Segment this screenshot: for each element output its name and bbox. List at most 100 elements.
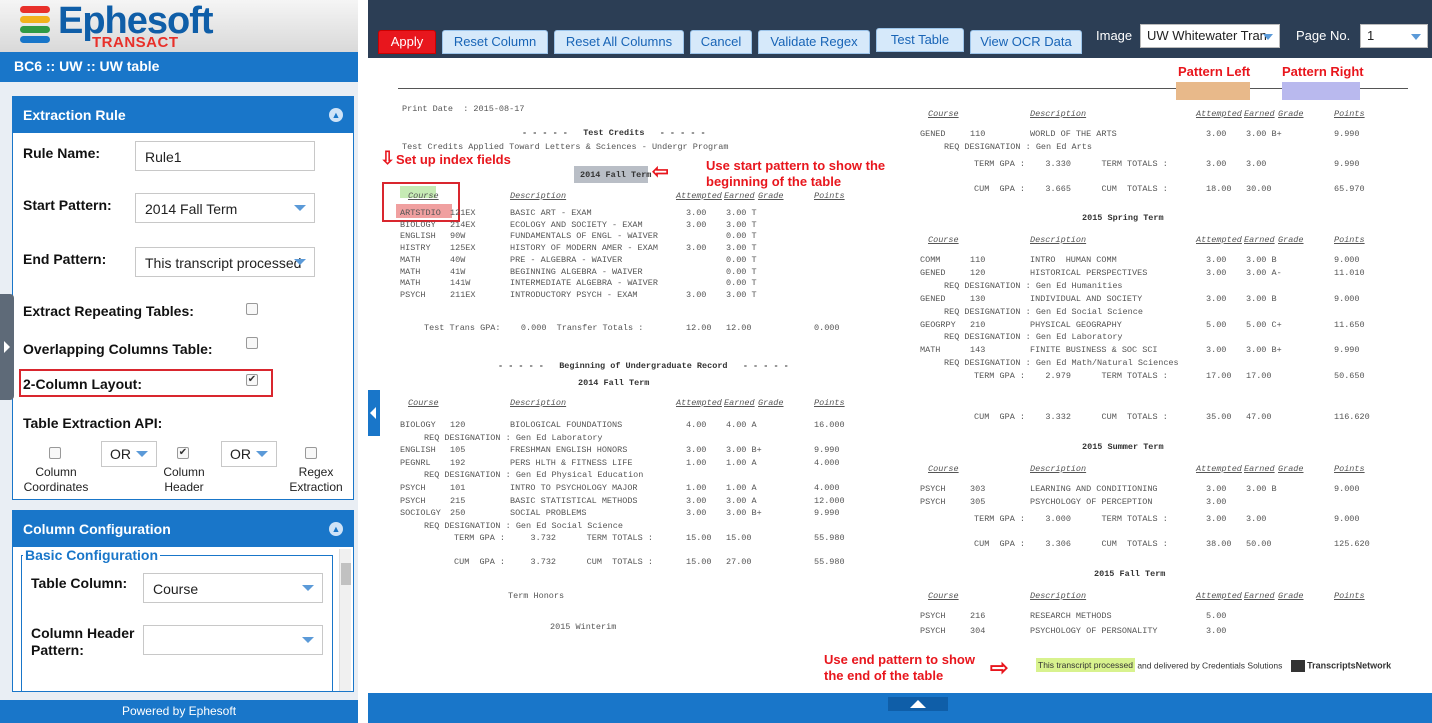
course-number: 130 [970, 293, 986, 304]
table-column-select[interactable]: Course [143, 573, 323, 603]
totals-earned: 3.00 [1246, 514, 1267, 524]
column-header-course: Course [928, 464, 959, 474]
totals-points: 50.650 [1334, 371, 1365, 381]
attempted-value: 3.00 [686, 243, 707, 254]
column-header-course: Course [408, 191, 439, 201]
transcripts-network-icon [1290, 660, 1305, 672]
left-expand-tab[interactable] [0, 294, 14, 400]
course-number: 41W [450, 266, 466, 277]
totals-label: TERM GPA : 2.979 TERM TOTALS : [974, 371, 1168, 381]
earned-grade-value: 4.00 A [726, 420, 757, 430]
course-number: 305 [970, 496, 986, 507]
chevron-down-icon [256, 451, 268, 457]
image-select-value: UW Whitewater Tran [1147, 28, 1267, 43]
regex-extraction-checkbox[interactable] [305, 447, 317, 459]
column-header-earned: Earned [1244, 464, 1275, 474]
column-config-scrollbar[interactable] [339, 549, 351, 691]
course-description: ECOLOGY AND SOCIETY - EXAM [510, 219, 643, 230]
column-header-description: Description [1030, 235, 1087, 245]
attempted-value: 3.00 [686, 219, 707, 230]
column-header-grade: Grade [1278, 235, 1304, 245]
course-code: ARTSTDIO [400, 208, 441, 218]
collapse-icon[interactable]: ▲ [329, 108, 343, 122]
totals-label: CUM GPA : 3.665 CUM TOTALS : [974, 184, 1168, 194]
column-config-header[interactable]: Column Configuration ▲ [13, 511, 353, 547]
fall-2014-heading-2: 2014 Fall Term [578, 378, 650, 388]
document-viewer[interactable]: Pattern Left Pattern Right Print Date : … [368, 58, 1432, 700]
column-header-grade: Grade [1278, 109, 1304, 119]
totals-attempted: 35.00 [1206, 412, 1232, 422]
column-header-points: Points [1334, 109, 1365, 119]
test-trans-earned: 12.00 [726, 323, 752, 333]
course-description: FUNDAMENTALS OF ENGL - WAIVER [510, 231, 658, 242]
right-arrow-icon: ⇨ [990, 655, 1009, 680]
collapse-icon[interactable]: ▲ [329, 522, 343, 536]
chevron-down-icon [1263, 34, 1273, 40]
end-pattern-select[interactable]: This transcript processed [135, 247, 315, 277]
header-pattern-select[interactable] [143, 625, 323, 655]
reset-all-columns-button[interactable]: Reset All Columns [554, 30, 684, 54]
course-description: RESEARCH METHODS [1030, 611, 1112, 621]
api-operator-select-2[interactable]: OR [221, 441, 277, 467]
course-number: 125EX [450, 243, 476, 254]
course-description: INDIVIDUAL AND SOCIETY [1030, 293, 1143, 304]
start-pattern-select[interactable]: 2014 Fall Term [135, 193, 315, 223]
api-operator-select-1[interactable]: OR [101, 441, 157, 467]
page-no-select[interactable]: 1 [1360, 24, 1428, 48]
totals-earned: 3.00 [1246, 159, 1267, 169]
totals-earned: 15.00 [726, 533, 752, 543]
course-number: 110 [970, 129, 986, 139]
course-number: 192 [450, 457, 466, 468]
course-number: 90W [450, 231, 466, 242]
rule-name-input[interactable]: Rule1 [135, 141, 315, 171]
totals-earned: 17.00 [1246, 371, 1272, 381]
expand-bottom-button[interactable] [888, 697, 948, 711]
two-column-checkbox[interactable]: ✔ [246, 374, 258, 386]
course-code: PSYCH [400, 289, 426, 300]
course-number: 110 [970, 255, 986, 265]
view-ocr-button[interactable]: View OCR Data [970, 30, 1082, 54]
req-designation: REQ DESIGNATION : Gen Ed Humanities [944, 280, 1123, 291]
column-header-description: Description [510, 398, 567, 408]
extract-repeating-label: Extract Repeating Tables: [23, 303, 194, 319]
totals-attempted: 38.00 [1206, 539, 1232, 549]
reset-column-button[interactable]: Reset Column [442, 30, 548, 54]
validate-regex-button[interactable]: Validate Regex [758, 30, 870, 54]
winterim-heading: 2015 Winterim [550, 622, 617, 632]
logo-area: Ephesoft TRANSACT [0, 0, 358, 52]
column-header-attempted: Attempted [676, 191, 722, 201]
fall-2015-heading: 2015 Fall Term [1094, 569, 1166, 579]
course-description: PHYSICAL GEOGRAPHY [1030, 319, 1122, 330]
course-description: INTRO TO PSYCHOLOGY MAJOR [510, 483, 638, 493]
extract-repeating-checkbox[interactable] [246, 303, 258, 315]
panel-divider-handle[interactable] [368, 390, 380, 436]
earned-grade-value: 1.00 A [726, 457, 757, 468]
column-coordinates-checkbox[interactable] [49, 447, 61, 459]
earned-grade-value: 3.00 T [726, 243, 757, 254]
scroll-thumb[interactable] [341, 563, 351, 585]
undergrad-heading: - - - - - Beginning of Undergraduate Rec… [498, 361, 789, 371]
top-toolbar: Apply Reset Column Reset All Columns Can… [368, 0, 1432, 58]
test-table-button[interactable]: Test Table [876, 28, 964, 52]
course-code: PSYCH [920, 626, 946, 636]
totals-points: 116.620 [1334, 412, 1370, 422]
req-designation: REQ DESIGNATION : Gen Ed Arts [944, 141, 1092, 152]
column-header-course: Course [928, 109, 959, 119]
app-window: Ephesoft TRANSACT BC6 :: UW :: UW table … [0, 0, 1432, 723]
logo-product: TRANSACT [92, 34, 179, 51]
image-select[interactable]: UW Whitewater Tran [1140, 24, 1280, 48]
totals-attempted: 17.00 [1206, 371, 1232, 381]
column-header-checkbox[interactable]: ✔ [177, 447, 189, 459]
api-operator-2-value: OR [230, 446, 251, 462]
attempted-value: 3.00 [1206, 129, 1227, 139]
cancel-button[interactable]: Cancel [690, 30, 752, 54]
apply-button[interactable]: Apply [378, 30, 436, 54]
chevron-right-icon [4, 341, 10, 353]
earned-grade-value: 3.00 T [726, 289, 757, 300]
overlapping-checkbox[interactable] [246, 337, 258, 349]
course-code: PSYCH [920, 484, 946, 494]
extraction-rule-header[interactable]: Extraction Rule ▲ [13, 97, 353, 133]
course-code: HISTRY [400, 243, 431, 254]
attempted-value: 3.00 [1206, 484, 1227, 494]
overlapping-label: Overlapping Columns Table: [23, 341, 213, 357]
